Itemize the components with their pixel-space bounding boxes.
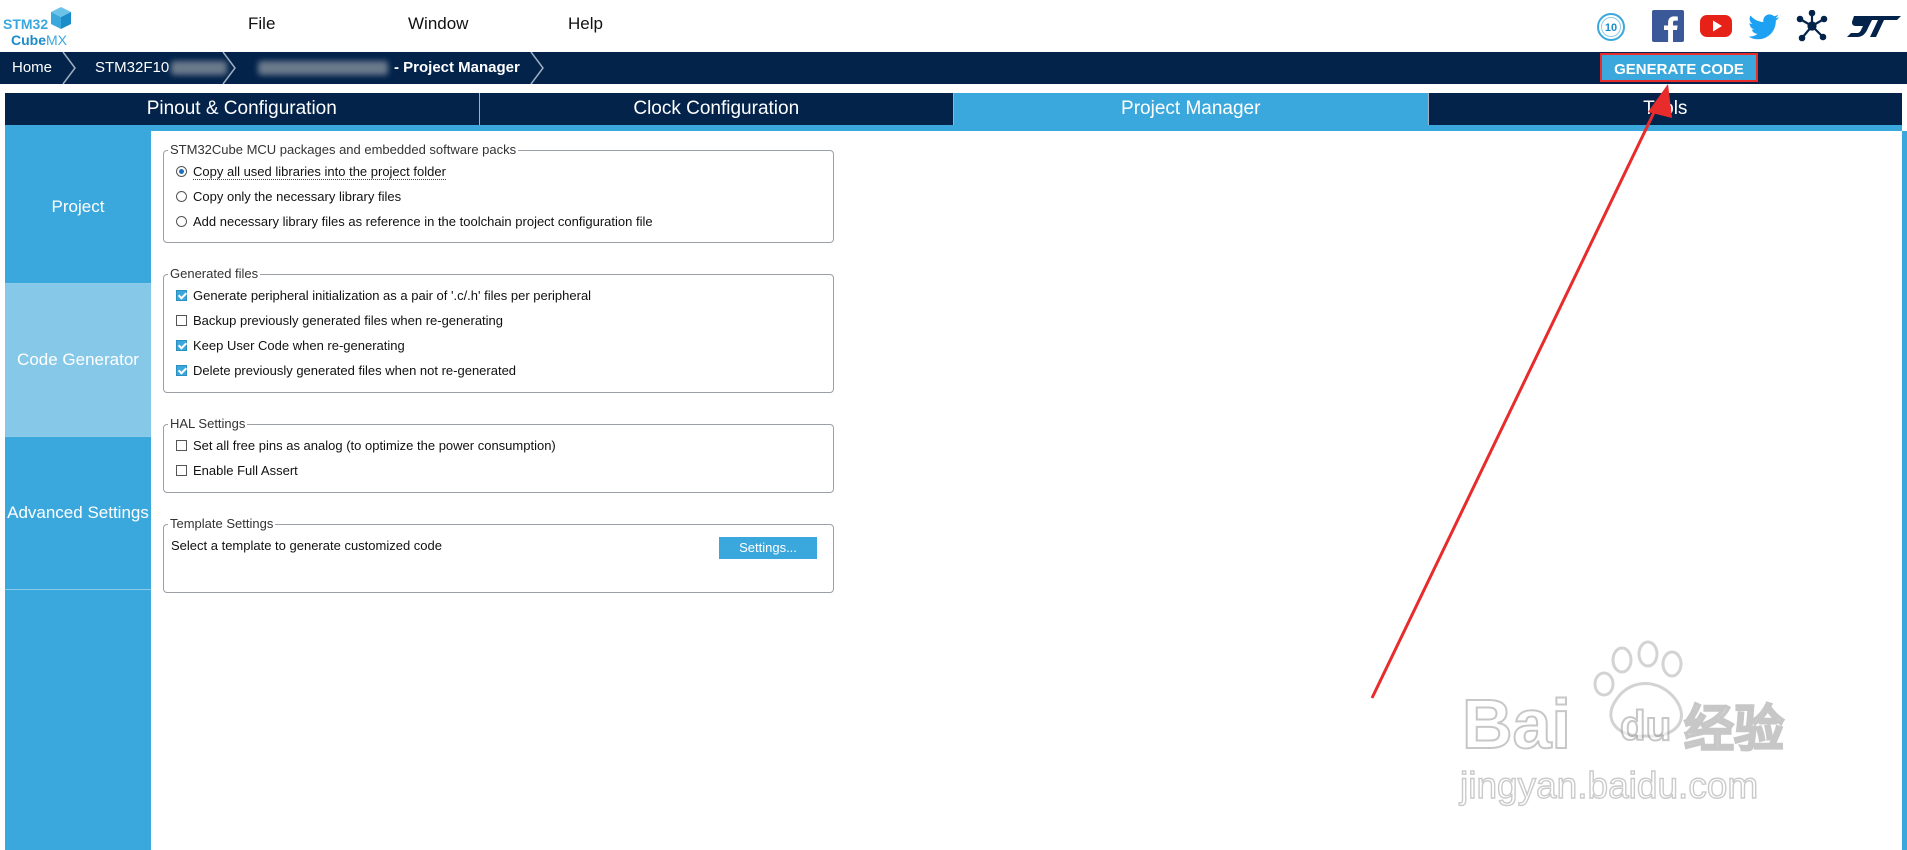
stm32cubemx-logo: STM32 CubeMX	[3, 6, 75, 50]
menu-help[interactable]: Help	[568, 14, 603, 34]
radio-copy-all-libraries[interactable]: Copy all used libraries into the project…	[176, 163, 446, 181]
breadcrumb-device[interactable]: STM32F10	[95, 52, 228, 84]
template-settings-group: Template Settings Select a template to g…	[163, 516, 834, 593]
main-tabs: Pinout & Configuration Clock Configurati…	[5, 93, 1902, 125]
chevron-right-icon	[530, 52, 544, 84]
sidebar-item-label: Advanced Settings	[7, 503, 149, 522]
checkbox-delete-generated-files[interactable]: Delete previously generated files when n…	[176, 362, 516, 380]
radio-button[interactable]	[176, 191, 187, 203]
sidebar: Project Code Generator Advanced Settings	[5, 131, 151, 850]
cube-icon	[51, 7, 71, 29]
sidebar-item-advanced-settings[interactable]: Advanced Settings	[5, 437, 151, 590]
template-settings-button[interactable]: Settings...	[719, 537, 817, 559]
radio-button[interactable]	[176, 216, 187, 228]
chevron-right-icon	[62, 52, 76, 84]
anniversary-badge-icon: 10	[1597, 13, 1625, 41]
checkbox-keep-user-code[interactable]: Keep User Code when re-generating	[176, 337, 405, 355]
group-legend: Template Settings	[168, 516, 276, 531]
radio-add-as-reference[interactable]: Add necessary library files as reference…	[176, 213, 653, 231]
hal-settings-group: HAL Settings Set all free pins as analog…	[163, 416, 834, 493]
watermark-url: jingyan.baidu.com	[1459, 765, 1758, 806]
tab-clock-configuration[interactable]: Clock Configuration	[479, 93, 954, 125]
group-legend: STM32Cube MCU packages and embedded soft…	[168, 142, 519, 157]
checkbox-free-pins-analog[interactable]: Set all free pins as analog (to optimize…	[176, 437, 556, 455]
tab-tools[interactable]: Tools	[1428, 93, 1902, 125]
tab-pinout-configuration[interactable]: Pinout & Configuration	[5, 93, 480, 125]
radio-copy-necessary-files[interactable]: Copy only the necessary library files	[176, 188, 401, 206]
generated-files-group: Generated files Generate peripheral init…	[163, 266, 834, 393]
watermark-brand-du: du	[1620, 702, 1671, 749]
checkbox[interactable]	[176, 365, 187, 377]
logo-text-stm32: STM32	[3, 16, 49, 32]
top-menu-bar: STM32 CubeMX File Window Help 10	[0, 0, 1907, 52]
facebook-icon[interactable]	[1652, 10, 1684, 42]
generate-code-button[interactable]: GENERATE CODE	[1600, 53, 1758, 82]
sidebar-item-code-generator[interactable]: Code Generator	[5, 284, 151, 437]
checkbox[interactable]	[176, 440, 187, 452]
sidebar-item-project[interactable]: Project	[5, 131, 151, 284]
sidebar-item-label: Project	[51, 197, 105, 216]
menu-window[interactable]: Window	[408, 14, 468, 34]
checkbox-backup-generated-files[interactable]: Backup previously generated files when r…	[176, 312, 503, 330]
watermark-cn: 经验	[1684, 700, 1784, 758]
template-description: Select a template to generate customized…	[171, 538, 442, 553]
logo-text-cube: CubeMX	[11, 32, 67, 48]
breadcrumb-project[interactable]: - Project Manager	[258, 52, 520, 84]
watermark-brand: Bai	[1462, 685, 1571, 763]
checkbox-generate-peripheral-pairs[interactable]: Generate peripheral initialization as a …	[176, 287, 591, 305]
network-icon[interactable]	[1796, 10, 1828, 42]
tab-underline	[5, 125, 1902, 131]
twitter-icon[interactable]	[1748, 10, 1780, 42]
checkbox[interactable]	[176, 340, 187, 352]
group-legend: Generated files	[168, 266, 261, 281]
checkbox[interactable]	[176, 315, 187, 327]
radio-button[interactable]	[176, 166, 187, 178]
redacted-text	[258, 61, 388, 76]
packages-group: STM32Cube MCU packages and embedded soft…	[163, 142, 834, 243]
content-border	[1902, 131, 1907, 850]
group-legend: HAL Settings	[168, 416, 248, 431]
sidebar-item-label: Code Generator	[17, 350, 139, 369]
st-logo[interactable]	[1846, 10, 1902, 42]
anniversary-badge-text: 10	[1605, 22, 1617, 34]
checkbox-enable-full-assert[interactable]: Enable Full Assert	[176, 462, 298, 480]
checkbox[interactable]	[176, 465, 187, 477]
checkbox[interactable]	[176, 290, 187, 302]
baidu-watermark: Bai du 经验 jingyan.baidu.com	[1458, 640, 1785, 807]
redacted-text	[171, 61, 228, 76]
breadcrumb-home[interactable]: Home	[12, 52, 52, 84]
youtube-icon[interactable]	[1700, 10, 1732, 42]
menu-file[interactable]: File	[248, 14, 275, 34]
tab-project-manager[interactable]: Project Manager	[954, 93, 1429, 125]
chevron-right-icon	[222, 52, 236, 84]
